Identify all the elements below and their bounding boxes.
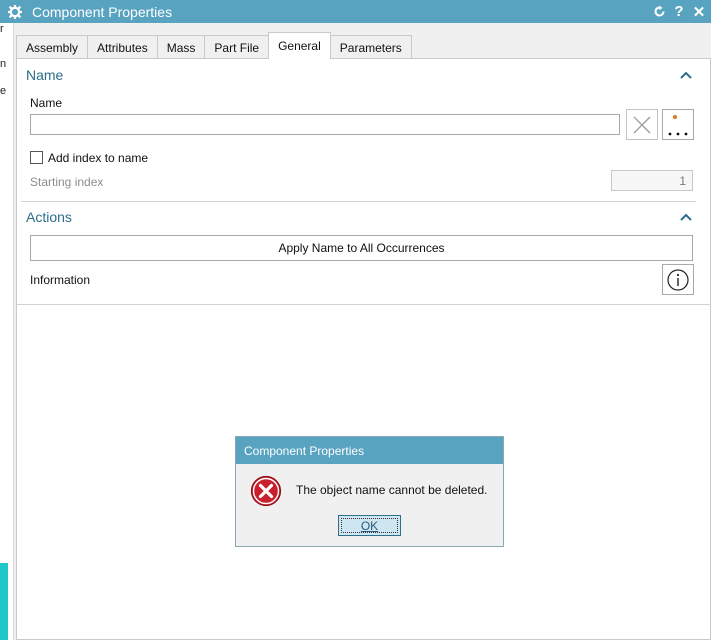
starting-index-field[interactable]: 1 (611, 170, 693, 191)
name-input[interactable] (30, 114, 620, 135)
information-label: Information (30, 273, 91, 287)
error-icon (250, 475, 282, 507)
add-index-label: Add index to name (48, 151, 149, 165)
dialog-frame: Assembly Attributes Mass Part File Gener… (14, 23, 711, 640)
error-dialog: Component Properties The object name can… (235, 436, 504, 547)
tab-parameters[interactable]: Parameters (329, 35, 412, 59)
add-index-checkbox[interactable] (30, 151, 43, 164)
more-options-icon (668, 114, 688, 135)
background-char: r (0, 23, 4, 35)
tab-attributes[interactable]: Attributes (87, 35, 158, 59)
starting-index-label: Starting index (30, 175, 104, 189)
name-options-button[interactable] (662, 109, 694, 140)
section-divider (17, 304, 711, 305)
error-message: The object name cannot be deleted. (296, 483, 488, 497)
information-button[interactable] (662, 264, 694, 295)
background-char: n (0, 58, 7, 70)
help-icon[interactable]: ? (669, 0, 689, 23)
tab-bar: Assembly Attributes Mass Part File Gener… (16, 32, 412, 59)
reset-icon[interactable] (649, 0, 669, 23)
general-tab-panel: Name Name Add index to name Starting ind… (16, 58, 711, 640)
title-bar[interactable]: Component Properties ? ✕ (0, 0, 711, 23)
apply-name-all-occurrences-button[interactable]: Apply Name to All Occurrences (30, 235, 693, 261)
tab-mass[interactable]: Mass (156, 35, 206, 59)
tab-assembly[interactable]: Assembly (16, 35, 89, 59)
gear-icon[interactable] (4, 0, 26, 23)
tab-general[interactable]: General (268, 32, 331, 59)
ok-button[interactable]: OK (338, 515, 401, 536)
chevron-up-icon[interactable] (676, 65, 696, 85)
name-label: Name (30, 96, 63, 110)
window-title: Component Properties (32, 3, 173, 20)
chevron-up-icon[interactable] (676, 207, 696, 227)
actions-section-header[interactable]: Actions (17, 204, 696, 230)
background-char: e (0, 85, 7, 97)
info-icon (667, 268, 689, 291)
name-section-title: Name (26, 67, 64, 83)
close-icon[interactable]: ✕ (689, 0, 709, 23)
actions-section-title: Actions (26, 209, 72, 225)
tab-part-file[interactable]: Part File (204, 35, 270, 59)
background-cyan-panel (0, 563, 8, 640)
background-app-strip: r n e (0, 23, 14, 640)
error-dialog-title[interactable]: Component Properties (236, 437, 503, 464)
section-divider (21, 201, 696, 202)
clear-name-button[interactable] (626, 109, 658, 140)
name-section-header[interactable]: Name (17, 62, 696, 88)
clear-icon (633, 116, 651, 133)
